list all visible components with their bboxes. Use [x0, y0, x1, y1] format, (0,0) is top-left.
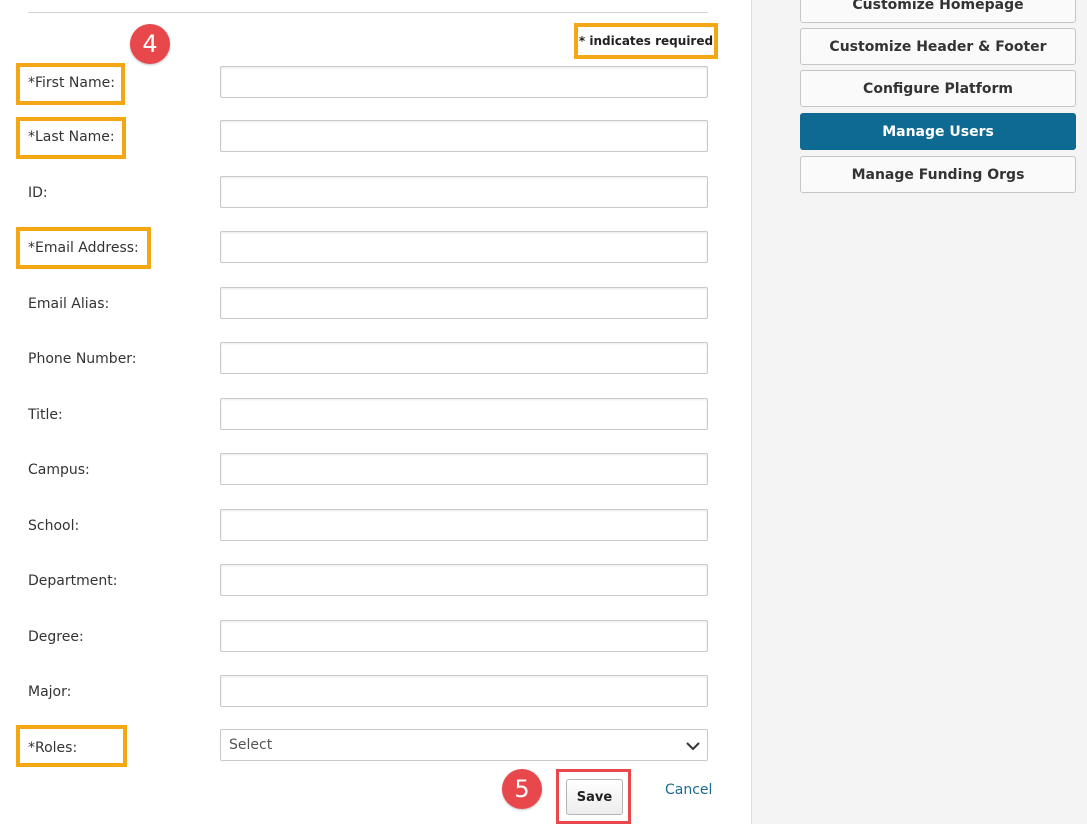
top-divider-line [28, 12, 708, 13]
vertical-divider [751, 0, 752, 824]
school-input[interactable] [220, 509, 708, 541]
form-row-email-alias: Email Alias: [0, 287, 751, 321]
form-row-department: Department: [0, 564, 751, 598]
form-row-school: School: [0, 509, 751, 543]
form-row-major: Major: [0, 675, 751, 709]
email-label: *Email Address: [28, 240, 139, 256]
form-row-title: Title: [0, 398, 751, 432]
sidebar-item-label: Manage Users [882, 123, 994, 140]
id-label: ID: [28, 185, 48, 201]
sidebar-item-manage-users[interactable]: Manage Users [800, 113, 1076, 150]
step-5-badge: 5 [502, 769, 542, 809]
email-alias-input[interactable] [220, 287, 708, 319]
last-name-input[interactable] [220, 120, 708, 152]
major-input[interactable] [220, 675, 708, 707]
department-input[interactable] [220, 564, 708, 596]
roles-label: *Roles: [28, 740, 78, 756]
major-label: Major: [28, 684, 72, 700]
chevron-down-icon [686, 742, 700, 751]
form-row-email: *Email Address: [0, 231, 751, 265]
sidebar-item-customize-homepage[interactable]: Customize Homepage [800, 0, 1076, 23]
email-input[interactable] [220, 231, 708, 263]
last-name-label: *Last Name: [28, 129, 115, 145]
id-input[interactable] [220, 176, 708, 208]
email-alias-label: Email Alias: [28, 296, 110, 312]
form-row-campus: Campus: [0, 453, 751, 487]
degree-label: Degree: [28, 629, 84, 645]
form-row-last-name: *Last Name: [0, 120, 751, 154]
form-row-degree: Degree: [0, 620, 751, 654]
step-4-badge: 4 [130, 24, 170, 64]
form-row-first-name: *First Name: [0, 66, 751, 100]
sidebar-item-label: Manage Funding Orgs [851, 166, 1025, 183]
roles-select-value: Select [229, 737, 273, 753]
department-label: Department: [28, 573, 118, 589]
form-row-roles: *Roles: Select [0, 729, 751, 763]
sidebar-item-configure-platform[interactable]: Configure Platform [800, 70, 1076, 107]
sidebar-item-label: Customize Homepage [852, 0, 1024, 13]
sidebar-item-label: Customize Header & Footer [829, 38, 1047, 55]
title-label: Title: [28, 407, 63, 423]
school-label: School: [28, 518, 80, 534]
phone-input[interactable] [220, 342, 708, 374]
sidebar-item-label: Configure Platform [863, 80, 1013, 97]
first-name-label: *First Name: [28, 75, 115, 91]
roles-select[interactable]: Select [220, 729, 708, 761]
cancel-link[interactable]: Cancel [665, 782, 712, 798]
required-fields-note: * indicates required [574, 23, 718, 59]
sidebar-item-manage-funding-orgs[interactable]: Manage Funding Orgs [800, 156, 1076, 193]
form-row-phone: Phone Number: [0, 342, 751, 376]
sidebar-item-customize-header-footer[interactable]: Customize Header & Footer [800, 28, 1076, 65]
campus-label: Campus: [28, 462, 90, 478]
save-button[interactable]: Save [566, 779, 623, 815]
title-input[interactable] [220, 398, 708, 430]
campus-input[interactable] [220, 453, 708, 485]
degree-input[interactable] [220, 620, 708, 652]
form-row-id: ID: [0, 176, 751, 210]
phone-label: Phone Number: [28, 351, 137, 367]
first-name-input[interactable] [220, 66, 708, 98]
